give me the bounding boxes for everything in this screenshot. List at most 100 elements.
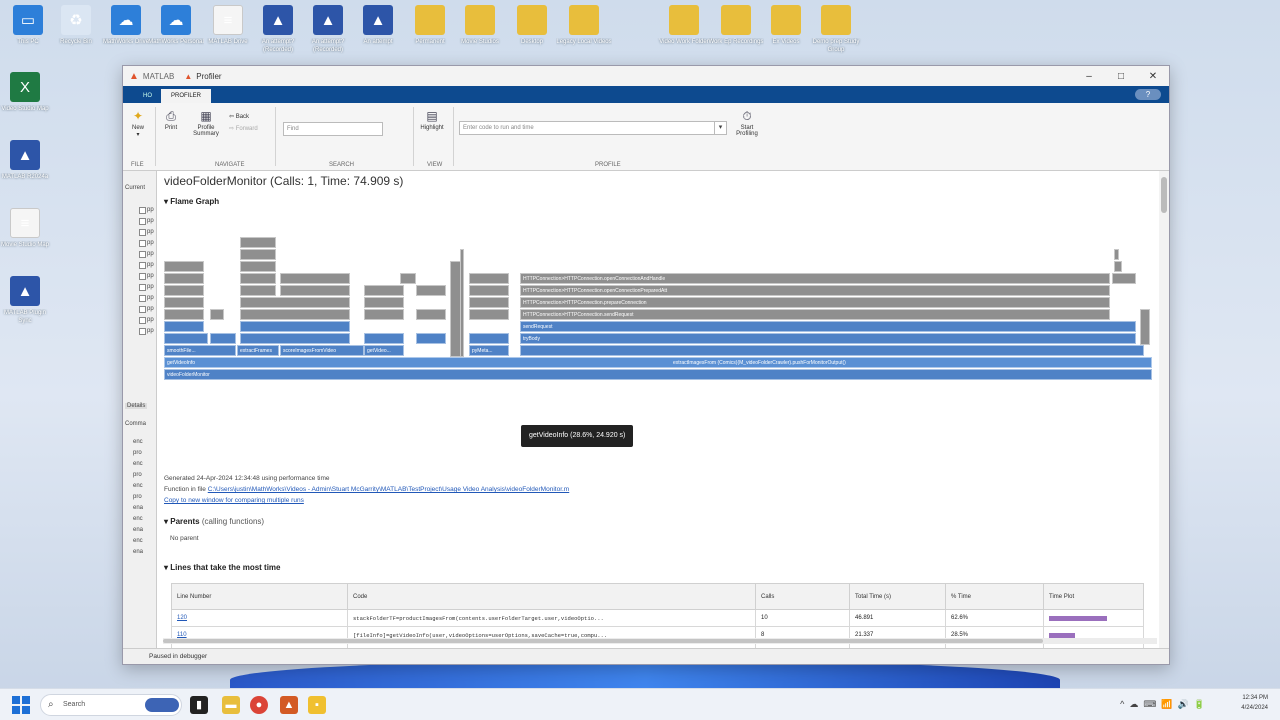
desktop-icon[interactable]: Ex Videos: [758, 5, 814, 54]
flame-block[interactable]: [364, 285, 404, 296]
checkbox[interactable]: [139, 240, 146, 247]
start-button[interactable]: [12, 696, 30, 714]
flame-block[interactable]: tryBody: [520, 333, 1136, 344]
desktop-icon[interactable]: Demo prep Study Group: [808, 5, 864, 54]
flame-block[interactable]: [364, 333, 404, 344]
taskbar-search[interactable]: ⌕ Search: [40, 694, 182, 716]
task-view-icon[interactable]: ▮: [190, 696, 208, 714]
checkbox[interactable]: [139, 295, 146, 302]
checkbox[interactable]: [139, 284, 146, 291]
desktop-icon[interactable]: ♻ Recycle Bin: [48, 5, 104, 54]
col-percent-time[interactable]: % Time: [945, 583, 1044, 610]
flame-block[interactable]: HTTPConnection>HTTPConnection.openConnec…: [520, 285, 1110, 296]
horizontal-scrollbar[interactable]: [163, 638, 1157, 644]
flame-graph-heading[interactable]: ▾ Flame Graph: [164, 197, 219, 206]
checkbox[interactable]: [139, 328, 146, 335]
flame-block[interactable]: [1140, 309, 1150, 345]
flame-block[interactable]: [1114, 261, 1122, 272]
flame-block[interactable]: smoothFile...: [164, 345, 236, 356]
code-to-run-input[interactable]: Enter code to run and time ▾: [459, 121, 727, 135]
flame-block[interactable]: [280, 285, 350, 296]
desktop-icon[interactable]: ▲ An attempt: [350, 5, 406, 54]
chevron-down-icon[interactable]: ▾: [714, 122, 726, 134]
flame-block[interactable]: [280, 273, 350, 284]
flame-block[interactable]: [469, 297, 509, 308]
checkbox[interactable]: [139, 306, 146, 313]
file-explorer-icon[interactable]: ▬: [222, 696, 240, 714]
flame-block[interactable]: HTTPConnection>HTTPConnection.sendReques…: [520, 309, 1110, 320]
matlab-taskbar-icon[interactable]: ▲: [280, 696, 298, 714]
flame-block[interactable]: [469, 285, 509, 296]
flame-block[interactable]: [364, 297, 404, 308]
start-profiling-button[interactable]: ⏱ Start Profiling: [731, 109, 763, 137]
flame-block[interactable]: sendRequest: [520, 321, 1136, 332]
flame-graph[interactable]: videoFolderMonitor getVideoInfo extractI…: [164, 213, 1152, 403]
desktop-icon[interactable]: Video Work Folder: [656, 5, 712, 54]
new-button[interactable]: ✦ New ▾: [127, 109, 149, 138]
flame-block[interactable]: [1112, 273, 1136, 284]
checkbox[interactable]: [139, 207, 146, 214]
flame-block[interactable]: [164, 333, 208, 344]
copy-to-new-window-link[interactable]: Copy to new window for comparing multipl…: [164, 497, 304, 504]
checkbox[interactable]: [139, 218, 146, 225]
checkbox[interactable]: [139, 273, 146, 280]
forward-button[interactable]: ⇨ Forward: [229, 125, 271, 132]
flame-block[interactable]: [1114, 249, 1119, 260]
file-path-link[interactable]: C:\Users\justin\MathWorks\Videos - Admin…: [208, 486, 570, 493]
flame-block[interactable]: getVideo...: [364, 345, 404, 356]
desktop-icon[interactable]: ☁ MathWorks Drive: [98, 5, 154, 54]
flame-block[interactable]: [416, 285, 446, 296]
desktop-icon[interactable]: Permanent: [402, 5, 458, 54]
lines-heading[interactable]: ▾ Lines that take the most time: [164, 563, 281, 572]
checkbox[interactable]: [139, 317, 146, 324]
find-input[interactable]: Find: [283, 122, 383, 136]
back-button[interactable]: ⇦ Back: [229, 113, 265, 120]
flame-block[interactable]: [210, 309, 224, 320]
flame-block[interactable]: [210, 333, 236, 344]
flame-block[interactable]: pyMeta...: [469, 345, 509, 356]
help-button[interactable]: ?: [1135, 89, 1161, 100]
checkbox[interactable]: [139, 229, 146, 236]
clock[interactable]: 12:34 PM 4/24/2024: [1241, 693, 1268, 713]
tab-profiler[interactable]: PROFILER: [161, 89, 212, 103]
parents-heading[interactable]: ▾ Parents (calling functions): [164, 517, 264, 526]
flame-block[interactable]: [240, 297, 350, 308]
col-total-time[interactable]: Total Time (s): [849, 583, 946, 610]
desktop-icon[interactable]: Desktop: [504, 5, 560, 54]
desktop-icon[interactable]: Work Ep Recordings: [708, 5, 764, 54]
close-button[interactable]: ✕: [1137, 71, 1169, 82]
flame-block[interactable]: [469, 309, 509, 320]
flame-block[interactable]: [240, 333, 350, 344]
tab-home[interactable]: HO: [143, 89, 152, 103]
flame-block[interactable]: [520, 345, 1144, 356]
desktop-icon[interactable]: Legacy Local Videos: [556, 5, 612, 54]
desktop-icon[interactable]: ▲ MATLAB Plugin Sync: [0, 276, 53, 325]
flame-block[interactable]: HTTPConnection>HTTPConnection.prepareCon…: [520, 297, 1110, 308]
flame-block[interactable]: [164, 309, 204, 320]
desktop-icon[interactable]: ≡ MATLAB Drive: [200, 5, 256, 54]
flame-block[interactable]: [364, 309, 404, 320]
line-number-link[interactable]: 120: [171, 609, 348, 627]
flame-block[interactable]: [400, 273, 416, 284]
flame-block[interactable]: [416, 333, 446, 344]
flame-block[interactable]: [240, 249, 276, 260]
flame-block[interactable]: extractFrames: [237, 345, 279, 356]
flame-block[interactable]: videoFolderMonitor: [164, 369, 1152, 380]
desktop-icon[interactable]: ▲ MATLAB R2024a: [0, 140, 53, 189]
details-tab[interactable]: Details: [125, 403, 148, 409]
desktop-icon[interactable]: ☁ MathWorks Personal: [148, 5, 204, 54]
desktop-icon[interactable]: Movie Studios: [452, 5, 508, 54]
flame-block[interactable]: [164, 273, 204, 284]
col-calls[interactable]: Calls: [755, 583, 850, 610]
flame-block[interactable]: [416, 309, 446, 320]
flame-block[interactable]: [164, 285, 204, 296]
flame-block[interactable]: [240, 321, 350, 332]
profile-summary-button[interactable]: ▦ Profile Summary: [189, 109, 223, 137]
flame-block[interactable]: scoreImagesFromVideo: [280, 345, 364, 356]
app-tab[interactable]: MATLAB: [143, 72, 174, 81]
checkbox[interactable]: [139, 262, 146, 269]
print-button[interactable]: ⎙ Print: [161, 109, 181, 131]
highlight-button[interactable]: ▤ Highlight: [417, 109, 447, 131]
flame-block[interactable]: [240, 285, 276, 296]
flame-block[interactable]: [240, 237, 276, 248]
